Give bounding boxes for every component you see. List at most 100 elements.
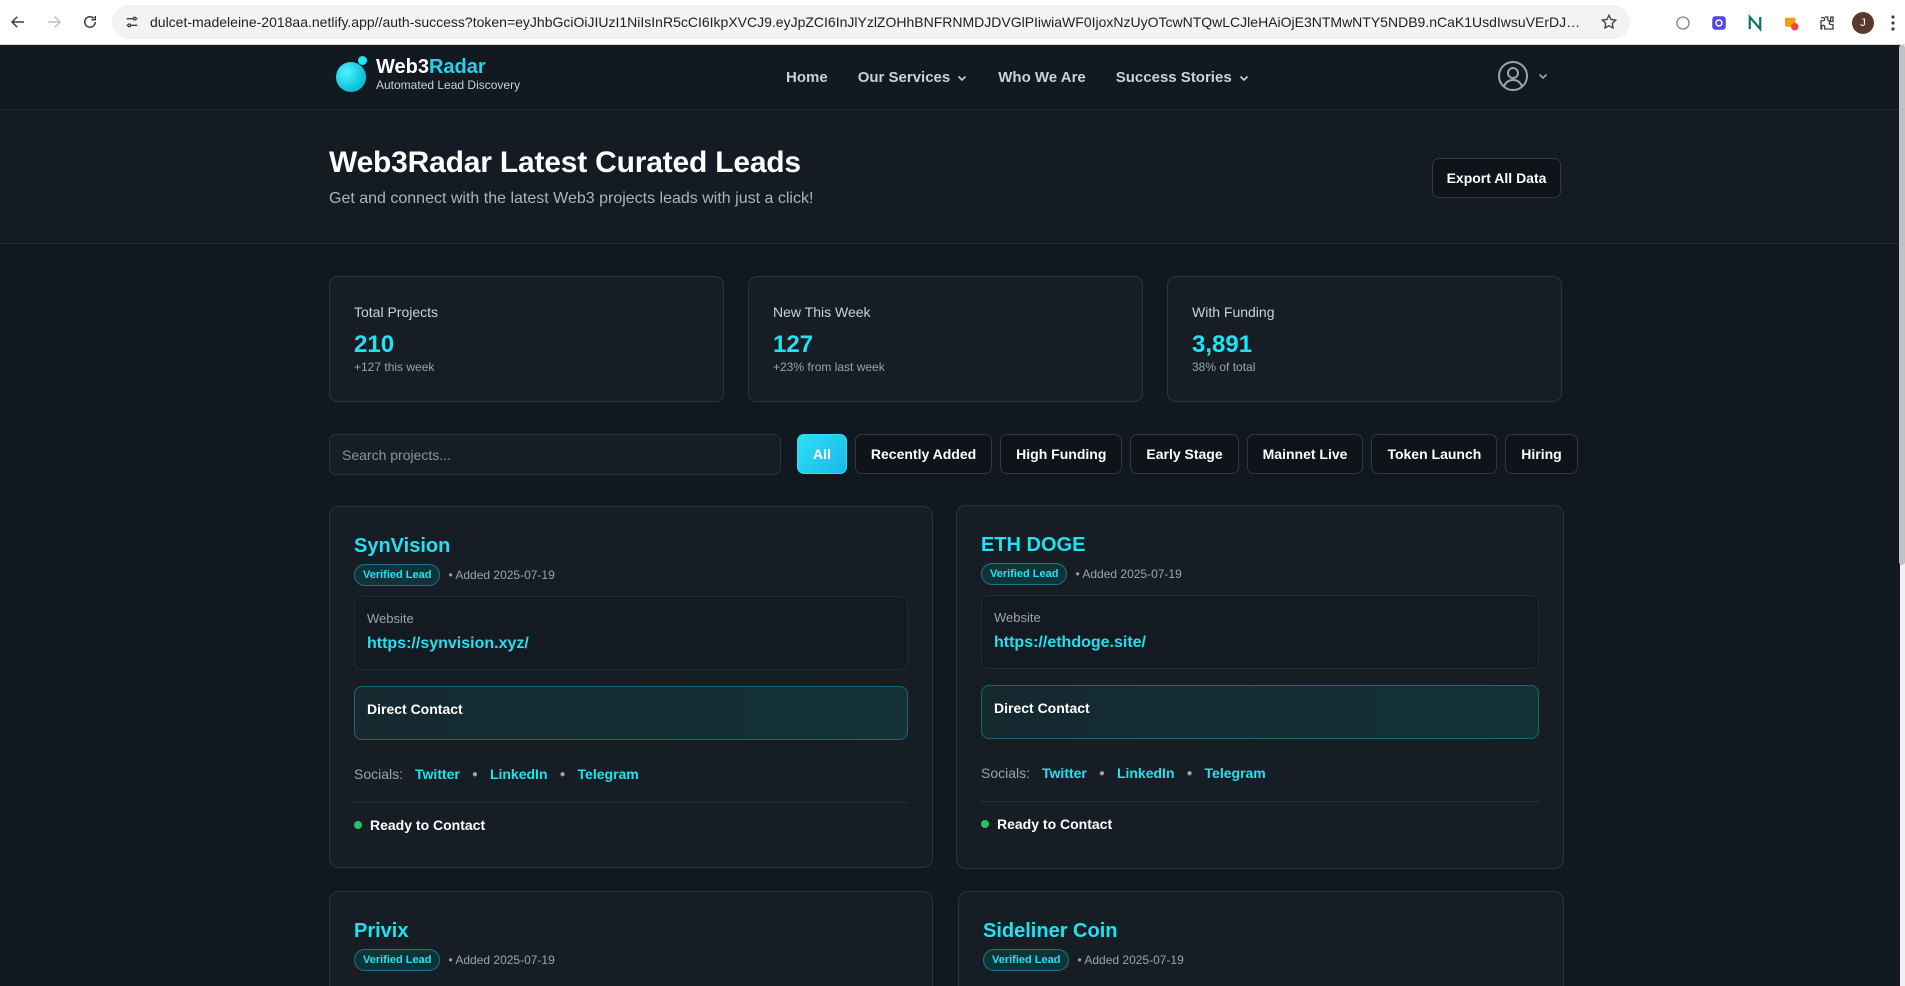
status-dot-icon [354, 821, 362, 829]
filter-chip-high-funding[interactable]: High Funding [1000, 434, 1123, 474]
stat-sub: 38% of total [1192, 360, 1256, 374]
logo-tagline: Automated Lead Discovery [376, 78, 521, 92]
telegram-link[interactable]: Telegram [1205, 765, 1266, 781]
url-text[interactable]: dulcet-madeleine-2018aa.netlify.app//aut… [150, 14, 1590, 30]
nav-who-we-are[interactable]: Who We Are [998, 69, 1086, 86]
socials-row: Socials: Twitter ● LinkedIn ● Telegram [981, 765, 1539, 781]
logo-name: Web3Radar [376, 56, 486, 78]
stat-value: 210 [354, 331, 395, 358]
socials-row: Socials: Twitter ● LinkedIn ● Telegram [354, 766, 908, 782]
separator-dot: ● [1098, 767, 1105, 779]
stat-sub: +23% from last week [773, 360, 885, 374]
website-link[interactable]: https://synvision.xyz/ [367, 635, 895, 653]
website-label: Website [994, 610, 1041, 625]
bookmark-star-icon[interactable] [1600, 13, 1618, 31]
lead-card: SynVision Verified Lead • Added 2025-07-… [329, 506, 933, 868]
browser-toolbar: dulcet-madeleine-2018aa.netlify.app//aut… [0, 0, 1905, 45]
stat-card-new-this-week: New This Week 127 +23% from last week [748, 276, 1143, 402]
separator-dot: ● [471, 768, 478, 780]
status-indicator: Ready to Contact [354, 817, 908, 833]
twitter-link[interactable]: Twitter [1042, 765, 1087, 781]
search-input[interactable] [342, 446, 768, 463]
forward-icon[interactable] [36, 4, 72, 40]
separator-dot: ● [1186, 767, 1193, 779]
site-info-icon[interactable] [124, 14, 140, 30]
filter-chip-token-launch[interactable]: Token Launch [1371, 434, 1498, 474]
separator-dot: ● [559, 768, 566, 780]
address-bar[interactable]: dulcet-madeleine-2018aa.netlify.app//aut… [112, 5, 1630, 39]
nav-our-services[interactable]: Our Services [858, 69, 969, 86]
reload-icon[interactable] [72, 4, 108, 40]
nav-home[interactable]: Home [786, 69, 828, 86]
stat-card-total-projects: Total Projects 210 +127 this week [329, 276, 724, 402]
back-icon[interactable] [0, 4, 36, 40]
stat-sub: +127 this week [354, 360, 435, 374]
chevron-down-icon [958, 75, 967, 81]
website-box: Website https://synvision.xyz/ [354, 596, 908, 670]
stat-label: With Funding [1192, 304, 1275, 320]
added-date: • Added 2025-07-19 [448, 568, 555, 582]
status-text: Ready to Contact [370, 817, 486, 833]
filter-chip-hiring[interactable]: Hiring [1505, 434, 1578, 474]
divider [354, 802, 908, 803]
scrollbar-thumb[interactable] [1899, 45, 1905, 565]
stat-label: New This Week [773, 304, 871, 320]
user-circle-icon [1498, 61, 1528, 91]
added-date: • Added 2025-07-19 [1077, 953, 1184, 967]
profile-avatar[interactable]: J [1845, 5, 1881, 41]
filter-chip-early-stage[interactable]: Early Stage [1130, 434, 1239, 474]
page-title: Web3Radar Latest Curated Leads [329, 146, 801, 179]
website-link[interactable]: https://ethdoge.site/ [994, 634, 1526, 652]
twitter-link[interactable]: Twitter [415, 766, 460, 782]
extension-badge-icon[interactable] [1773, 5, 1809, 41]
hero-section: Web3Radar Latest Curated Leads Get and c… [0, 110, 1900, 244]
extensions-puzzle-icon[interactable] [1809, 5, 1845, 41]
divider [981, 801, 1539, 802]
nav-success-stories[interactable]: Success Stories [1116, 69, 1250, 86]
stat-value: 3,891 [1192, 331, 1253, 358]
verified-badge: Verified Lead [981, 563, 1068, 585]
lead-name[interactable]: SynVision [354, 535, 908, 558]
lead-name[interactable]: ETH DOGE [981, 534, 1539, 557]
site-header: Web3Radar Automated Lead Discovery Home … [0, 45, 1900, 110]
extension-circle-icon[interactable] [1665, 5, 1701, 41]
user-menu[interactable] [1497, 60, 1549, 92]
chevron-down-icon [1239, 75, 1248, 81]
status-dot-icon [981, 820, 989, 828]
linkedin-link[interactable]: LinkedIn [1117, 765, 1175, 781]
page-subtitle: Get and connect with the latest Web3 pro… [329, 190, 814, 207]
search-box[interactable] [329, 434, 781, 475]
main-nav: Home Our Services Who We Are Success Sto… [786, 45, 1280, 110]
filter-chip-all[interactable]: All [797, 434, 847, 474]
verified-badge: Verified Lead [983, 949, 1070, 971]
status-text: Ready to Contact [997, 816, 1113, 832]
added-date: • Added 2025-07-19 [1075, 567, 1182, 581]
extension-gear-icon[interactable] [1701, 5, 1737, 41]
website-box: Website https://ethdoge.site/ [981, 595, 1539, 669]
filter-chips: All Recently Added High Funding Early St… [797, 434, 1586, 474]
socials-label: Socials: [981, 765, 1031, 781]
lead-card: Sideliner Coin Verified Lead • Added 202… [958, 891, 1564, 986]
lead-name[interactable]: Privix [354, 920, 908, 943]
socials-label: Socials: [354, 766, 404, 782]
lead-name[interactable]: Sideliner Coin [983, 920, 1539, 943]
radar-logo-icon [334, 56, 368, 92]
direct-contact-button[interactable]: Direct Contact [981, 685, 1539, 739]
added-date: • Added 2025-07-19 [448, 953, 555, 967]
direct-contact-button[interactable]: Direct Contact [354, 686, 908, 740]
linkedin-link[interactable]: LinkedIn [490, 766, 548, 782]
website-label: Website [367, 611, 414, 626]
stat-label: Total Projects [354, 304, 439, 320]
extension-n-icon[interactable] [1737, 5, 1773, 41]
lead-card: ETH DOGE Verified Lead • Added 2025-07-1… [956, 505, 1564, 869]
filter-chip-mainnet-live[interactable]: Mainnet Live [1246, 434, 1364, 474]
logo[interactable]: Web3Radar Automated Lead Discovery [334, 56, 520, 92]
telegram-link[interactable]: Telegram [578, 766, 639, 782]
stat-value: 127 [773, 331, 814, 358]
export-all-data-button[interactable]: Export All Data [1432, 158, 1561, 198]
verified-badge: Verified Lead [354, 564, 441, 586]
browser-menu-icon[interactable] [1881, 5, 1905, 41]
filter-chip-recently-added[interactable]: Recently Added [854, 434, 993, 474]
chevron-down-icon [1538, 73, 1548, 80]
verified-badge: Verified Lead [354, 949, 441, 971]
